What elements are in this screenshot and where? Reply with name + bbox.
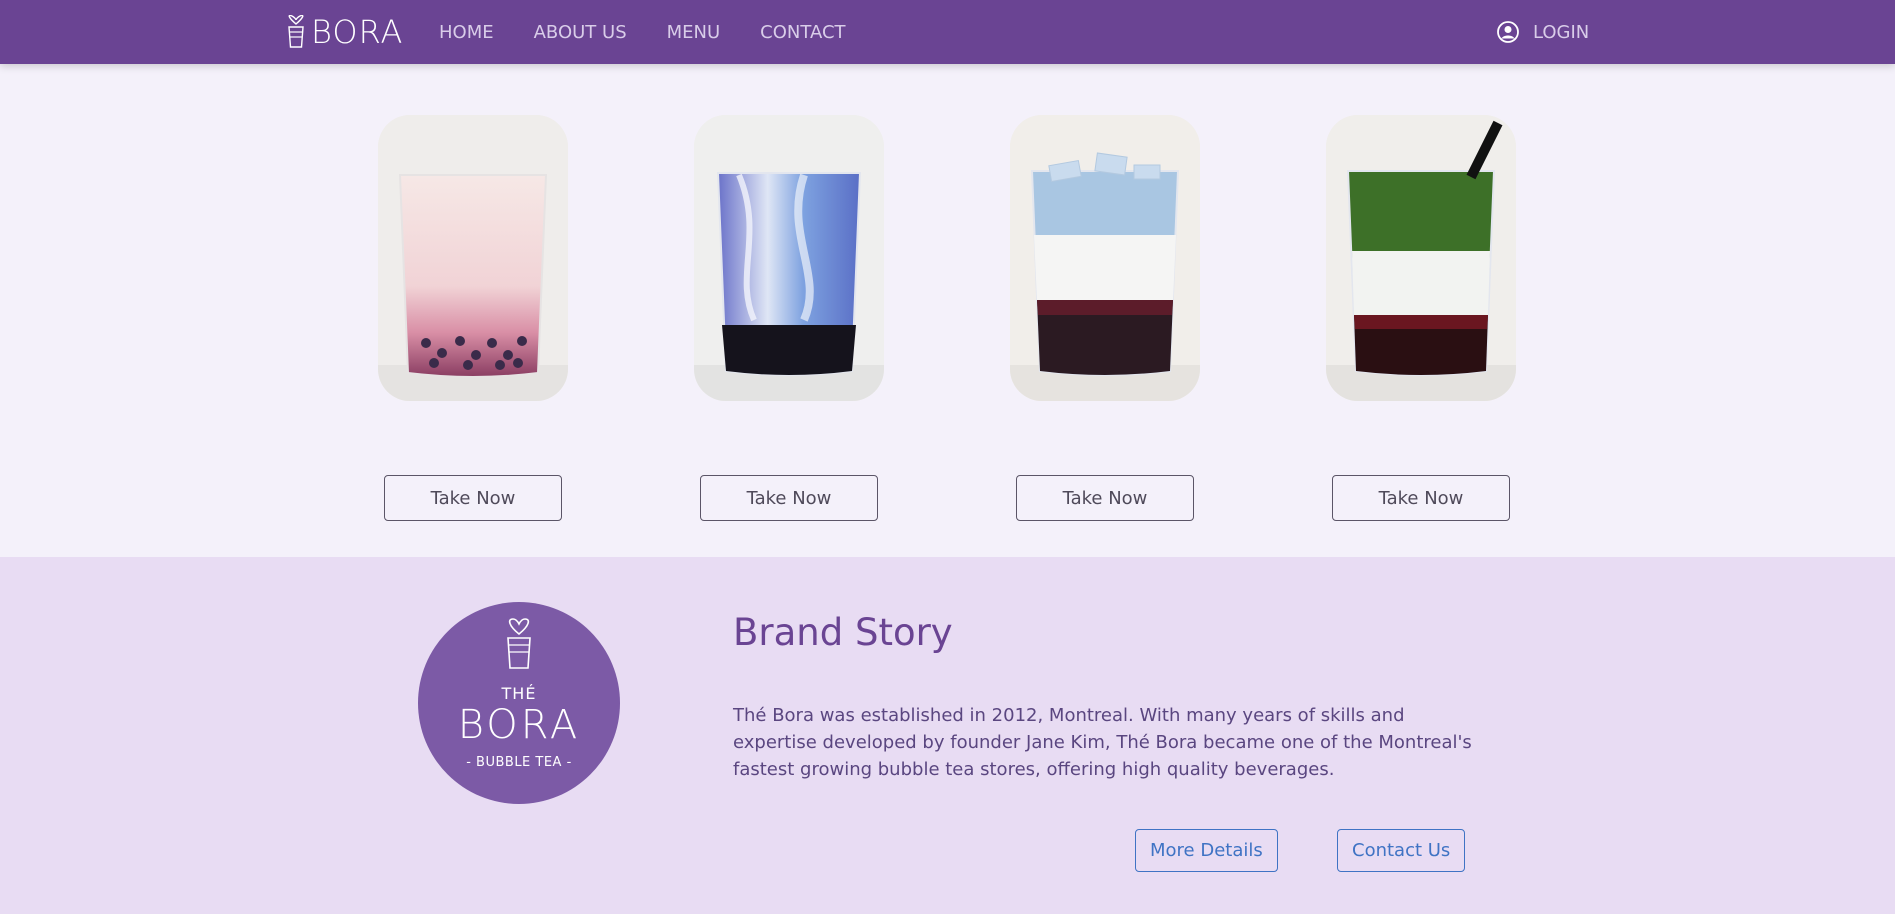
product-image-blue-milk-tea[interactable] — [694, 115, 884, 401]
product-card-pink: Take Now — [378, 115, 568, 521]
logo-bora-text: BORA — [457, 702, 581, 748]
nav-home[interactable]: HOME — [439, 22, 494, 43]
login-link[interactable]: LOGIN — [1497, 0, 1589, 64]
brand-logo-badge: THÉ BORA - BUBBLE TEA - — [418, 602, 620, 804]
nav-contact[interactable]: CONTACT — [760, 22, 845, 43]
product-image-pink-bubble-tea[interactable] — [378, 115, 568, 401]
take-now-button-2[interactable]: Take Now — [700, 475, 878, 521]
user-circle-icon — [1497, 21, 1519, 43]
take-now-button-3[interactable]: Take Now — [1016, 475, 1194, 521]
logo-the-text: THÉ — [501, 684, 537, 703]
product-card-matcha: Take Now — [1326, 115, 1516, 521]
login-label: LOGIN — [1533, 21, 1590, 43]
brand-story-title: Brand Story — [733, 611, 953, 654]
brand-logo[interactable]: BORA — [285, 12, 403, 52]
cup-heart-icon — [288, 15, 304, 48]
take-now-button-1[interactable]: Take Now — [384, 475, 562, 521]
products-section: Take Now Take Now Take Now Take Now — [0, 64, 1895, 557]
product-image-butterfly-pea-tea[interactable] — [1010, 115, 1200, 401]
top-navbar: BORA HOME ABOUT US MENU CONTACT LOGIN — [0, 0, 1895, 64]
product-card-blue: Take Now — [694, 115, 884, 521]
nav-menu[interactable]: MENU — [667, 22, 721, 43]
product-card-butterfly-pea: Take Now — [1010, 115, 1200, 521]
more-details-button[interactable]: More Details — [1135, 829, 1278, 872]
brand-story-section: THÉ BORA - BUBBLE TEA - Brand Story Thé … — [0, 557, 1895, 914]
brand-name: BORA — [311, 13, 404, 51]
nav-about-us[interactable]: ABOUT US — [534, 22, 627, 43]
product-image-matcha-latte[interactable] — [1326, 115, 1516, 401]
brand-story-text: Thé Bora was established in 2012, Montre… — [733, 705, 1472, 780]
contact-us-button[interactable]: Contact Us — [1337, 829, 1466, 872]
logo-subtitle: - BUBBLE TEA - — [466, 755, 572, 770]
main-nav: HOME ABOUT US MENU CONTACT — [439, 0, 886, 64]
cup-heart-icon — [507, 618, 531, 669]
take-now-button-4[interactable]: Take Now — [1332, 475, 1510, 521]
